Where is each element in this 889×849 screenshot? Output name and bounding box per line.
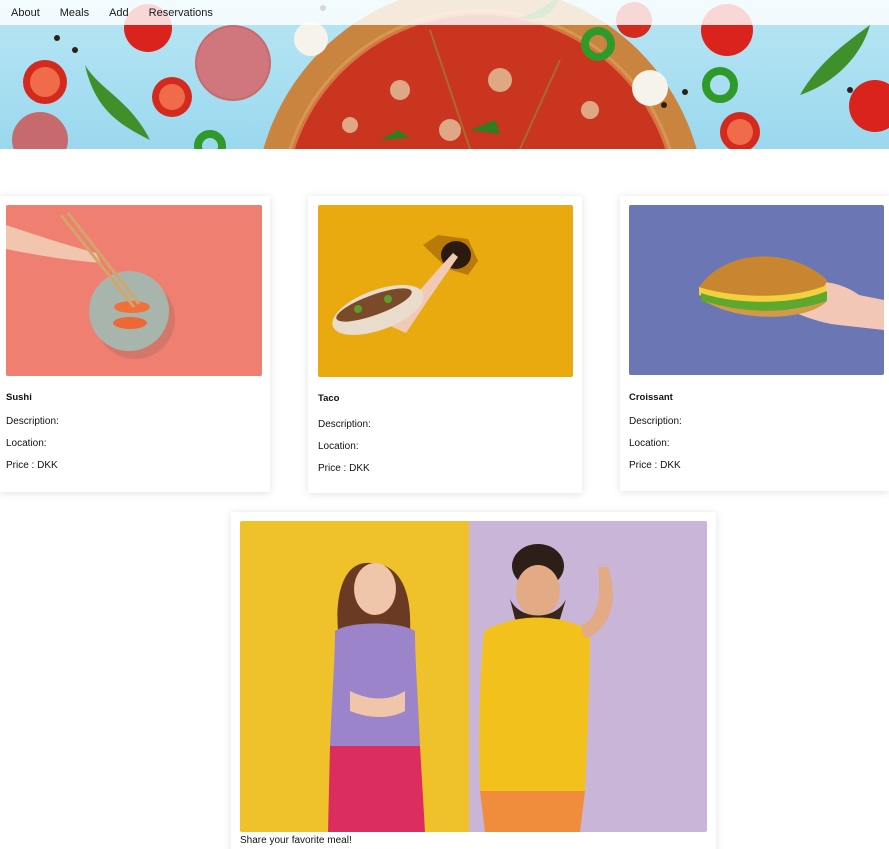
meal-location: Location: xyxy=(6,438,47,449)
nav-about-link[interactable]: About xyxy=(11,7,40,19)
meal-location: Location: xyxy=(318,441,359,452)
meal-name: Taco xyxy=(318,393,340,404)
croissant-image xyxy=(629,205,884,375)
share-caption: Share your favorite meal! xyxy=(240,835,352,846)
nav-meals-link[interactable]: Meals xyxy=(60,7,89,19)
meal-price: Price : DKK xyxy=(6,460,58,471)
sushi-image xyxy=(6,205,262,376)
meal-name: Sushi xyxy=(6,392,32,403)
top-nav: About Meals Add Reservations xyxy=(0,0,889,25)
nav-add-link[interactable]: Add xyxy=(109,7,129,19)
meal-description: Description: xyxy=(629,416,682,427)
meal-description: Description: xyxy=(6,416,59,427)
share-meal-card[interactable]: Share your favorite meal! xyxy=(231,512,716,849)
share-image xyxy=(240,521,707,832)
meal-description: Description: xyxy=(318,419,371,430)
hero-banner: About Meals Add Reservations xyxy=(0,0,889,149)
meal-card-croissant[interactable]: Croissant Description: Location: Price :… xyxy=(620,196,889,491)
meal-card-sushi[interactable]: Sushi Description: Location: Price : DKK xyxy=(0,196,270,492)
meal-price: Price : DKK xyxy=(318,463,370,474)
meal-name: Croissant xyxy=(629,392,673,403)
taco-image xyxy=(318,205,573,377)
meal-price: Price : DKK xyxy=(629,460,681,471)
meal-location: Location: xyxy=(629,438,670,449)
nav-reservations-link[interactable]: Reservations xyxy=(149,7,213,19)
meal-card-taco[interactable]: Taco Description: Location: Price : DKK xyxy=(308,196,582,493)
